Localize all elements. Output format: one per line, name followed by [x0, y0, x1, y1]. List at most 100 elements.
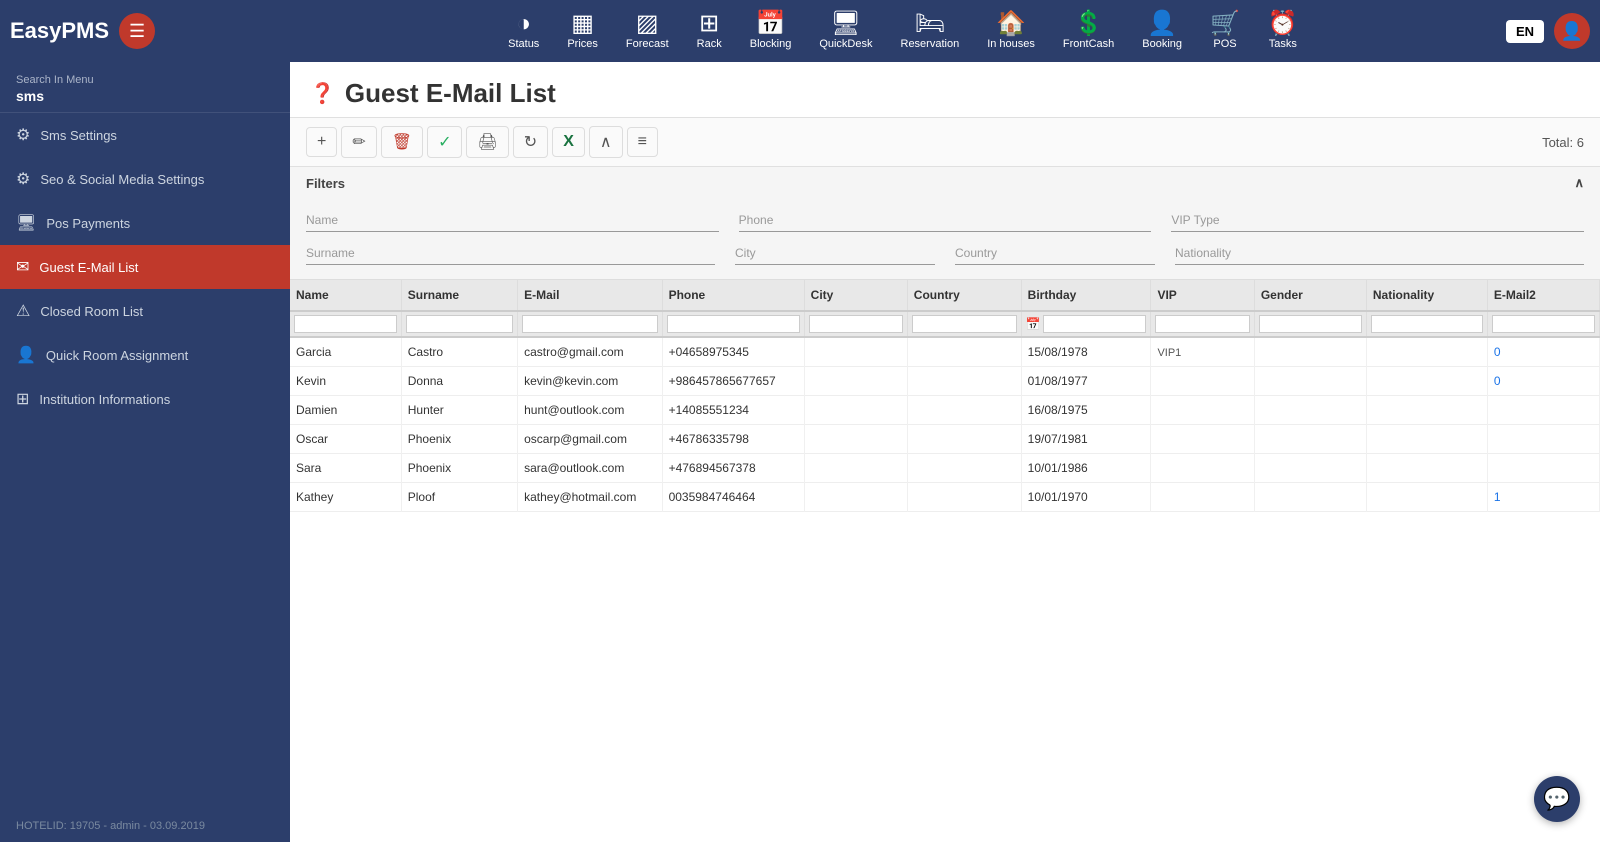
cell-vip [1151, 483, 1254, 512]
table-row[interactable]: Sara Phoenix sara@outlook.com +476894567… [290, 454, 1600, 483]
phone-filter[interactable] [739, 209, 1152, 232]
nav-label-frontcash: FrontCash [1063, 38, 1114, 50]
col-filter-city[interactable] [809, 315, 903, 333]
sidebar-item-label-sms: Sms Settings [40, 128, 117, 143]
table-row[interactable]: Damien Hunter hunt@outlook.com +14085551… [290, 396, 1600, 425]
nav-item-tasks[interactable]: ⏰ Tasks [1268, 12, 1298, 50]
nav-item-rack[interactable]: ⊞ Rack [697, 12, 722, 50]
nav-item-frontcash[interactable]: 💲 FrontCash [1063, 12, 1114, 50]
nationality-filter[interactable] [1175, 242, 1584, 265]
city-filter[interactable] [735, 242, 935, 265]
email2-link[interactable]: 0 [1494, 374, 1501, 388]
col-nationality: Nationality [1366, 280, 1487, 311]
cell-name: Sara [290, 454, 401, 483]
refresh-button[interactable]: ↻ [513, 126, 548, 158]
cell-country [907, 396, 1021, 425]
nav-item-booking[interactable]: 👤 Booking [1142, 12, 1182, 50]
edit-button[interactable]: ✏ [341, 126, 376, 158]
excel-button[interactable]: X [552, 127, 585, 157]
col-filter-email[interactable] [522, 315, 657, 333]
sidebar-item-label-closed: Closed Room List [40, 304, 143, 319]
guest-email-icon: ✉ [16, 257, 29, 277]
col-filter-country[interactable] [912, 315, 1017, 333]
col-filter-birthday[interactable] [1043, 315, 1146, 333]
check-button[interactable]: ✓ [427, 126, 462, 158]
cell-phone: +986457865677657 [662, 367, 804, 396]
sidebar-item-quick-room[interactable]: 👤 Quick Room Assignment [0, 333, 290, 377]
menu-button[interactable]: ≡ [627, 127, 658, 157]
cell-email2: 1 [1487, 483, 1599, 512]
main-layout: Search In Menu sms ⚙ Sms Settings ⚙ Seo … [0, 62, 1600, 842]
user-avatar[interactable]: 👤 [1554, 13, 1590, 49]
filters-header[interactable]: Filters ∧ [290, 167, 1600, 199]
cell-city [804, 483, 907, 512]
name-filter[interactable] [306, 209, 719, 232]
nav-item-pos[interactable]: 🛒 POS [1210, 12, 1240, 50]
nav-label-tasks: Tasks [1269, 38, 1297, 50]
chat-button[interactable]: 💬 [1534, 776, 1580, 822]
cell-nationality [1366, 337, 1487, 367]
nav-item-blocking[interactable]: 📅 Blocking [750, 12, 792, 50]
sidebar-item-closed-room[interactable]: ⚠ Closed Room List [0, 289, 290, 333]
pos-icon: 🛒 [1210, 12, 1240, 36]
filters-label: Filters [306, 176, 345, 191]
cell-birthday: 15/08/1978 [1021, 337, 1151, 367]
sidebar-search-area: Search In Menu sms [0, 62, 290, 113]
cell-nationality [1366, 367, 1487, 396]
sidebar: Search In Menu sms ⚙ Sms Settings ⚙ Seo … [0, 62, 290, 842]
sidebar-item-sms-settings[interactable]: ⚙ Sms Settings [0, 113, 290, 157]
delete-button[interactable]: 🗑 [381, 126, 423, 158]
nav-label-inhouses: In houses [987, 38, 1035, 50]
nav-item-status[interactable]: ◑ Status [508, 12, 539, 50]
table-row[interactable]: Kathey Ploof kathey@hotmail.com 00359847… [290, 483, 1600, 512]
data-table-area: Name Surname E-Mail Phone City Country B… [290, 280, 1600, 842]
institution-icon: ⊞ [16, 389, 29, 409]
inhouses-icon: 🏠 [996, 12, 1026, 36]
nav-icons-group: ◑ Status ▦ Prices ▨ Forecast ⊞ Rack 📅 Bl… [300, 12, 1506, 50]
filter-row-1 [306, 209, 1584, 232]
table-row[interactable]: Garcia Castro castro@gmail.com +04658975… [290, 337, 1600, 367]
col-filter-surname[interactable] [406, 315, 513, 333]
email2-link[interactable]: 1 [1494, 490, 1501, 504]
sidebar-item-pos-payments[interactable]: 🖥 Pos Payments [0, 201, 290, 245]
col-filter-name[interactable] [294, 315, 397, 333]
col-filter-gender[interactable] [1259, 315, 1362, 333]
sidebar-item-seo-social[interactable]: ⚙ Seo & Social Media Settings [0, 157, 290, 201]
nav-item-reservation[interactable]: 🛏 Reservation [901, 12, 960, 50]
col-city: City [804, 280, 907, 311]
collapse-button[interactable]: ∧ [589, 126, 623, 158]
print-button[interactable]: 🖨 [466, 126, 508, 158]
col-vip: VIP [1151, 280, 1254, 311]
logo-area: EasyPMS ☰ [10, 13, 300, 49]
sidebar-item-institution[interactable]: ⊞ Institution Informations [0, 377, 290, 421]
col-filter-nationality[interactable] [1371, 315, 1483, 333]
col-filter-vip[interactable] [1155, 315, 1250, 333]
cell-name: Garcia [290, 337, 401, 367]
nav-item-forecast[interactable]: ▨ Forecast [626, 12, 669, 50]
sidebar-item-guest-email[interactable]: ✉ Guest E-Mail List [0, 245, 290, 289]
cell-gender [1254, 367, 1366, 396]
cell-email: hunt@outlook.com [518, 396, 662, 425]
email2-link[interactable]: 0 [1494, 345, 1501, 359]
surname-filter[interactable] [306, 242, 715, 265]
cell-name: Kevin [290, 367, 401, 396]
sidebar-item-label-seo: Seo & Social Media Settings [40, 172, 204, 187]
cell-surname: Phoenix [401, 454, 517, 483]
nav-item-prices[interactable]: ▦ Prices [567, 12, 598, 50]
pos-payments-icon: 🖥 [16, 213, 36, 233]
table-row[interactable]: Kevin Donna kevin@kevin.com +98645786567… [290, 367, 1600, 396]
col-filter-email2[interactable] [1492, 315, 1595, 333]
nav-item-quickdesk[interactable]: 🖥 QuickDesk [819, 12, 872, 50]
col-filter-phone[interactable] [667, 315, 800, 333]
country-filter[interactable] [955, 242, 1155, 265]
table-row[interactable]: Oscar Phoenix oscarp@gmail.com +46786335… [290, 425, 1600, 454]
help-icon[interactable]: ❓ [310, 81, 335, 106]
hamburger-button[interactable]: ☰ [119, 13, 155, 49]
add-button[interactable]: + [306, 127, 337, 157]
language-button[interactable]: EN [1506, 20, 1544, 43]
cell-nationality [1366, 483, 1487, 512]
nav-item-inhouses[interactable]: 🏠 In houses [987, 12, 1035, 50]
cell-email2: 0 [1487, 337, 1599, 367]
cell-surname: Ploof [401, 483, 517, 512]
vip-filter[interactable] [1171, 209, 1584, 232]
